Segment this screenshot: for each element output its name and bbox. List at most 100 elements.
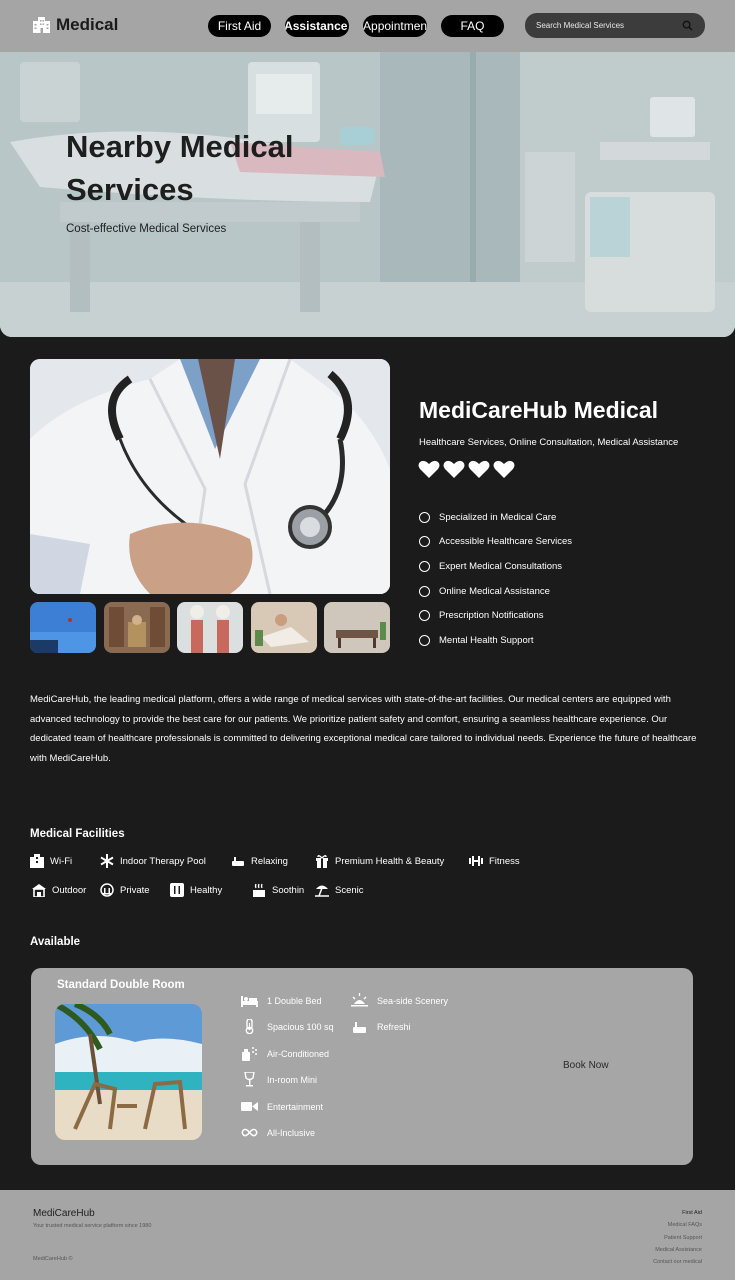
nav-personal-assistance[interactable]: Personal Assistance xyxy=(285,15,349,37)
feature-item: Accessible Healthcare Services xyxy=(419,530,572,555)
amenity-label: Refreshi xyxy=(377,1021,411,1032)
available-title: Available xyxy=(30,936,81,948)
facility-premium-health: Premium Health & Beauty xyxy=(315,854,444,868)
facility-label: Healthy xyxy=(190,884,223,896)
video-icon xyxy=(241,1102,258,1111)
amenity-space: Spacious 100 sq xyxy=(241,1019,334,1034)
nav-first-aid[interactable]: First Aid xyxy=(208,15,271,37)
facility-fitness: Fitness xyxy=(469,854,520,868)
dental-chair-thumbnail xyxy=(251,602,317,653)
facility-private: Private xyxy=(100,883,150,897)
thumbnail-3[interactable] xyxy=(177,602,243,653)
listing-tags: Healthcare Services, Online Consultation… xyxy=(419,437,679,448)
circle-icon xyxy=(419,634,430,646)
facility-label: Relaxing xyxy=(251,855,288,867)
facility-soothing: Soothin xyxy=(252,883,304,897)
feature-label: Online Medical Assistance xyxy=(439,585,550,597)
amenity-label: Sea-side Scenery xyxy=(377,995,449,1006)
circle-icon xyxy=(419,585,430,597)
brand-logo[interactable]: Medical xyxy=(33,15,118,35)
beach-chairs-image xyxy=(55,1004,202,1140)
feature-list: Specialized in Medical Care Accessible H… xyxy=(419,505,572,653)
main-photo[interactable] xyxy=(30,359,390,594)
listing-description: MediCareHub, the leading medical platfor… xyxy=(30,694,697,764)
amenity-label: Air-Conditioned xyxy=(267,1048,330,1059)
hero-subtitle: Cost-effective Medical Services xyxy=(66,223,227,235)
bath-icon xyxy=(232,857,244,866)
amenity-label: 1 Double Bed xyxy=(267,995,322,1006)
facility-label: Outdoor xyxy=(52,884,87,896)
library-room-thumbnail xyxy=(104,602,170,653)
amenity-bed: 1 Double Bed xyxy=(241,993,322,1008)
sky-building-thumbnail xyxy=(30,602,96,653)
top-header: Medical First Aid Personal Assistance Bo… xyxy=(0,0,735,52)
brand-name: Medical xyxy=(56,15,119,34)
amenity-label: In-room Mini xyxy=(267,1074,318,1085)
footer-link-contact[interactable]: Contact our medical xyxy=(653,1256,702,1268)
house-icon xyxy=(32,884,46,897)
thumbnail-1[interactable] xyxy=(30,602,96,653)
skeletons-thumbnail xyxy=(177,602,243,653)
feature-item: Prescription Notifications xyxy=(419,603,572,628)
thumbnail-4[interactable] xyxy=(251,602,317,653)
search-placeholder: Search Medical Services xyxy=(536,21,625,30)
footer-link-patient-support[interactable]: Patient Support xyxy=(653,1232,702,1244)
search-input[interactable]: Search Medical Services xyxy=(525,13,705,38)
feature-label: Mental Health Support xyxy=(439,634,534,646)
amenity-entertainment: Entertainment xyxy=(241,1099,323,1114)
nav-faq[interactable]: FAQ xyxy=(441,15,504,37)
heart-icon xyxy=(418,460,440,478)
footer-copyright: MediCareHub © xyxy=(33,1256,73,1262)
footer-link-medical-assistance[interactable]: Medical Assistance xyxy=(653,1244,702,1256)
utensils-icon xyxy=(170,883,184,897)
page-footer: MediCareHub Your trusted medical service… xyxy=(0,1190,735,1280)
feature-item: Expert Medical Consultations xyxy=(419,554,572,579)
circle-icon xyxy=(419,560,430,572)
circle-icon xyxy=(419,610,430,622)
amenity-refreshments: Refreshi xyxy=(351,1019,411,1034)
room-photo[interactable] xyxy=(55,1004,202,1140)
gift-icon xyxy=(316,855,328,868)
infinity-icon xyxy=(241,1128,258,1137)
facility-label: Fitness xyxy=(489,855,520,867)
hot-tub-icon xyxy=(253,883,265,897)
facility-label: Private xyxy=(120,884,150,896)
dumbbell-icon xyxy=(469,856,483,866)
thumbnail-5[interactable] xyxy=(324,602,390,653)
bath-icon xyxy=(353,1022,366,1033)
footer-brand: MediCareHub xyxy=(33,1208,95,1219)
hero-banner: Nearby Medical Services Cost-effective M… xyxy=(0,52,735,337)
wine-glass-icon xyxy=(244,1072,255,1087)
book-now-button[interactable]: Book Now xyxy=(563,1060,609,1071)
facility-outdoor: Outdoor xyxy=(32,883,86,897)
room-title: Standard Double Room xyxy=(57,979,185,991)
hero-title: Nearby Medical Services xyxy=(66,129,294,207)
facility-scenic: Scenic xyxy=(315,883,364,897)
facility-label: Soothin xyxy=(272,884,305,896)
facilities-title: Medical Facilities xyxy=(30,828,125,840)
massage-bed-thumbnail xyxy=(324,602,390,653)
spray-can-icon xyxy=(242,1047,257,1061)
heart-icon xyxy=(468,460,490,478)
footer-tagline: Your trusted medical service platform si… xyxy=(33,1223,152,1229)
facility-label: Scenic xyxy=(335,884,364,896)
search-icon[interactable] xyxy=(682,20,693,31)
doctor-stethoscope-image xyxy=(30,359,390,594)
building-icon xyxy=(30,854,44,868)
amenity-all-inclusive: All-Inclusive xyxy=(241,1125,315,1140)
feature-label: Expert Medical Consultations xyxy=(439,560,563,572)
footer-link-faqs[interactable]: Medical FAQs xyxy=(653,1219,702,1231)
nav-personal-assistance-label: Personal Assistance xyxy=(285,19,348,33)
facility-indoor-pool: Indoor Therapy Pool xyxy=(100,854,206,868)
amenity-ac: Air-Conditioned xyxy=(241,1046,329,1061)
footer-links: First Aid Medical FAQs Patient Support M… xyxy=(653,1207,702,1268)
footer-link-first-aid[interactable]: First Aid xyxy=(653,1207,702,1219)
feature-item: Online Medical Assistance xyxy=(419,579,572,604)
facility-relaxing: Relaxing xyxy=(231,854,288,868)
thumbnail-2[interactable] xyxy=(104,602,170,653)
nav-book-appointment[interactable]: Book Appointment xyxy=(363,15,427,37)
facility-label: Premium Health & Beauty xyxy=(335,855,445,867)
feature-label: Specialized in Medical Care xyxy=(439,511,557,523)
facility-wifi: Wi-Fi xyxy=(30,854,72,868)
amenity-sea-view: Sea-side Scenery xyxy=(351,993,448,1008)
